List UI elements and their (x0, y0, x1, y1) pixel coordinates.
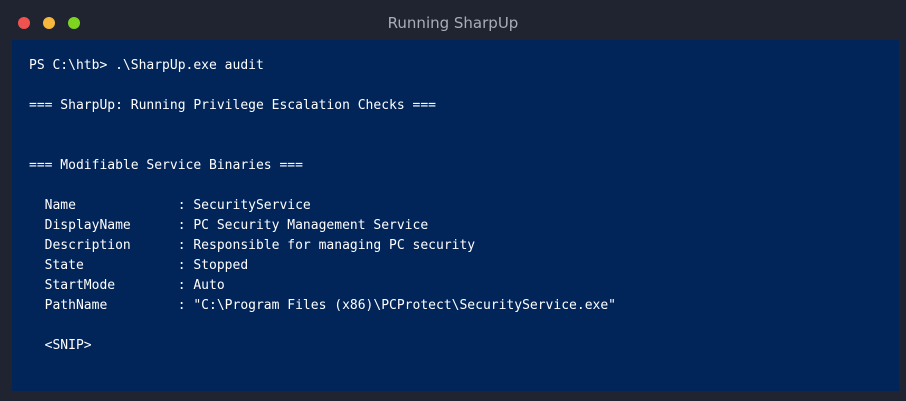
terminal-line-pathname: PathName : "C:\Program Files (x86)\PCPro… (29, 298, 616, 313)
title-bar: Running SharpUp (0, 0, 906, 40)
terminal-line-displayname: DisplayName : PC Security Management Ser… (29, 218, 429, 233)
terminal-line-name: Name : SecurityService (29, 198, 311, 213)
terminal-line-state: State : Stopped (29, 258, 249, 273)
terminal-output[interactable]: PS C:\htb> .\SharpUp.exe audit === Sharp… (12, 40, 899, 391)
terminal-line-description: Description : Responsible for managing P… (29, 238, 476, 253)
terminal-line-command: PS C:\htb> .\SharpUp.exe audit (29, 58, 264, 73)
terminal-line-snip: <SNIP> (29, 338, 92, 353)
terminal-window: Running SharpUp PS C:\htb> .\SharpUp.exe… (0, 0, 906, 401)
terminal-line-startmode: StartMode : Auto (29, 278, 225, 293)
terminal-line-section-header: === Modifiable Service Binaries === (29, 158, 303, 173)
terminal-line-header: === SharpUp: Running Privilege Escalatio… (29, 98, 436, 113)
